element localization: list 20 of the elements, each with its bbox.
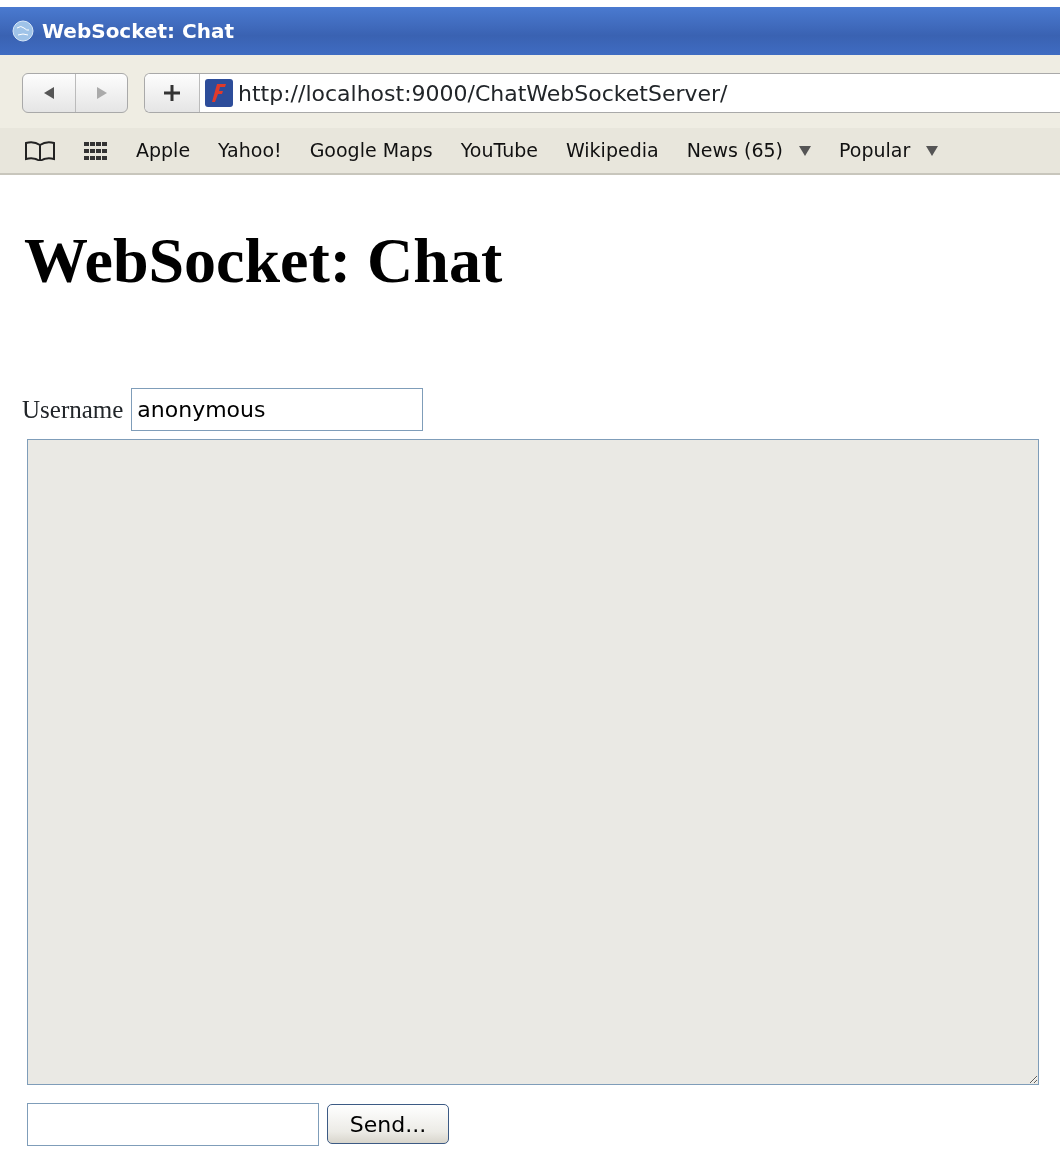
bookmark-link[interactable]: YouTube <box>460 136 538 165</box>
window-title: WebSocket: Chat <box>42 18 235 45</box>
username-label: Username <box>22 394 124 425</box>
username-field[interactable]: anonymous <box>131 387 424 431</box>
bookmark-menu-label: News (65) <box>686 138 783 164</box>
forward-icon <box>94 86 109 100</box>
bookmark-link[interactable]: Google Maps <box>309 136 433 165</box>
grid-icon[interactable] <box>84 141 108 160</box>
bookmark-link[interactable]: Apple <box>136 136 191 165</box>
book-icon[interactable] <box>24 140 56 161</box>
back-icon <box>42 86 56 100</box>
bookmark-link[interactable]: Wikipedia <box>565 136 659 165</box>
caret-icon <box>799 145 811 156</box>
message-field[interactable] <box>27 1102 319 1146</box>
bookmark-menu-label: Popular <box>839 138 911 164</box>
globe-icon <box>12 20 34 42</box>
send-button[interactable]: Send... <box>327 1104 449 1145</box>
caret-icon <box>926 145 939 156</box>
bookmark-link[interactable]: Yahoo! <box>218 136 282 165</box>
page-heading: WebSocket: Chat <box>24 225 503 296</box>
